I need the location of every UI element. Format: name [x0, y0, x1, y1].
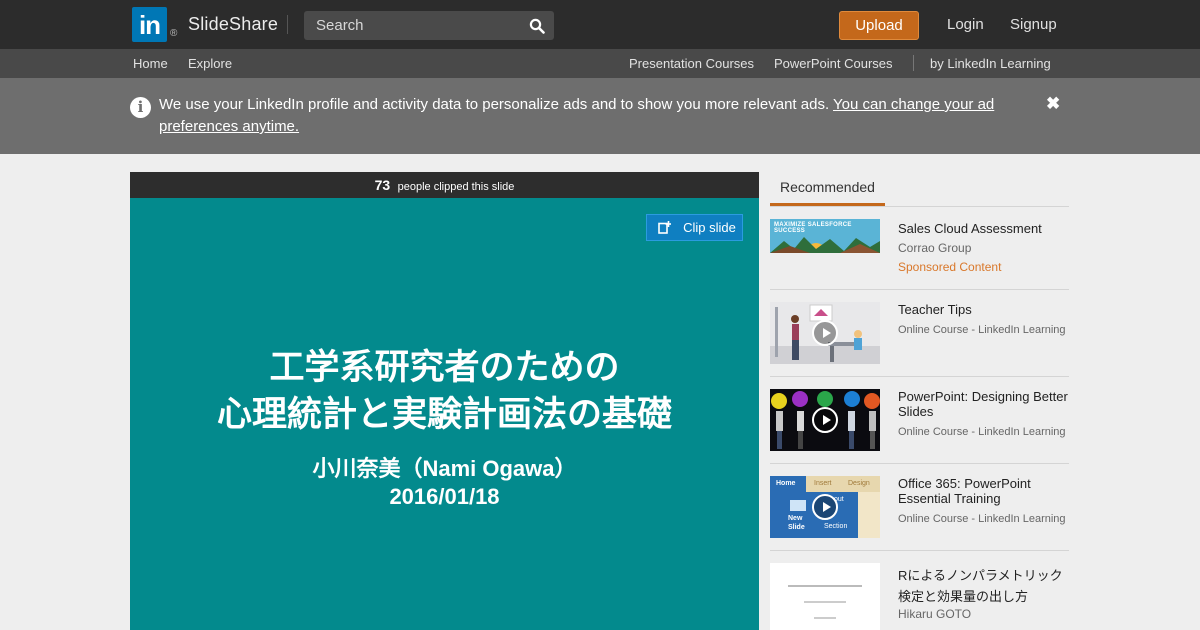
item-title[interactable]: Teacher Tips [898, 302, 1068, 317]
item-author: Hikaru GOTO [898, 607, 972, 621]
recommended-item[interactable]: PowerPoint: Designing Better Slides Onli… [770, 377, 1069, 464]
login-link[interactable]: Login [947, 16, 984, 33]
thumbnail-line [814, 617, 836, 619]
thumbnail: MAXIMIZE SALESFORCE SUCCESS [770, 219, 880, 253]
document-thumbnail [770, 563, 880, 630]
slide-title-line: 工学系研究者のための [269, 348, 620, 387]
search-icon[interactable] [529, 18, 545, 34]
nav-linkedin-learning[interactable]: by LinkedIn Learning [930, 56, 1051, 71]
slide-author: 小川奈美（Nami Ogawa） 2016/01/18 [130, 455, 759, 511]
divider [913, 55, 914, 71]
nav-powerpoint-courses[interactable]: PowerPoint Courses [774, 56, 893, 71]
thumbnail-line [788, 585, 862, 587]
recommended-item[interactable]: Home Insert Design New Slide out Section… [770, 464, 1069, 551]
clip-count-text: people clipped this slide [397, 181, 515, 193]
play-icon[interactable] [812, 494, 838, 520]
video-thumbnail [770, 389, 880, 451]
video-thumbnail [770, 302, 880, 364]
tab-recommended[interactable]: Recommended [770, 172, 885, 206]
sub-navigation: Home Explore Presentation Courses PowerP… [0, 49, 1200, 78]
item-title[interactable]: Rによるノンパラメトリック検定と効果量の出し方 [898, 565, 1068, 607]
brand-name[interactable]: SlideShare [188, 14, 278, 35]
ribbon-tab-design: Design [848, 480, 870, 487]
item-subtitle: Online Course - LinkedIn Learning [898, 324, 1066, 336]
top-bar: in ® SlideShare Upload Login Signup [0, 0, 1200, 49]
clip-slide-label: Clip slide [683, 220, 736, 235]
section-label: Section [824, 523, 848, 530]
slide-title: 工学系研究者のための 心理統計と実験計画法の基礎 [130, 344, 759, 438]
clip-icon [658, 221, 671, 234]
search-box [304, 11, 554, 40]
ribbon-tab-home: Home [770, 476, 806, 492]
nav-presentation-courses[interactable]: Presentation Courses [629, 56, 754, 71]
play-icon[interactable] [812, 320, 838, 346]
video-thumbnail: Home Insert Design New Slide out Section [770, 476, 880, 538]
upload-button[interactable]: Upload [839, 11, 919, 40]
notice-text: We use your LinkedIn profile and activit… [159, 94, 1029, 138]
recommended-item[interactable]: Teacher Tips Online Course - LinkedIn Le… [770, 290, 1069, 377]
recommended-item[interactable]: Rによるノンパラメトリック検定と効果量の出し方 Hikaru GOTO [770, 551, 1069, 630]
linkedin-logo[interactable]: in [132, 7, 167, 42]
ad-notice-banner: i We use your LinkedIn profile and activ… [0, 78, 1200, 154]
ribbon-tab-insert: Insert [814, 480, 832, 487]
clip-count-bar: 73 people clipped this slide [130, 172, 759, 198]
close-icon[interactable]: ✖ [1046, 94, 1060, 114]
nav-home[interactable]: Home [133, 56, 168, 71]
divider [287, 15, 288, 34]
new-slide-label: New Slide [788, 515, 805, 531]
nav-explore[interactable]: Explore [188, 56, 232, 71]
signup-link[interactable]: Signup [1010, 16, 1057, 33]
new-slide-icon [790, 500, 806, 511]
slide-author-name: 小川奈美（Nami Ogawa） [312, 456, 577, 481]
slide-viewer[interactable]: Clip slide 工学系研究者のための 心理統計と実験計画法の基礎 小川奈美… [130, 198, 759, 630]
landscape-image [770, 237, 880, 253]
item-subtitle: Online Course - LinkedIn Learning [898, 426, 1066, 438]
play-icon[interactable] [812, 407, 838, 433]
notice-message: We use your LinkedIn profile and activit… [159, 96, 830, 113]
thumbnail-line [804, 601, 846, 603]
item-author: Corrao Group [898, 241, 972, 255]
search-input[interactable] [304, 11, 519, 40]
slide-date: 2016/01/18 [389, 484, 500, 509]
slide-title-line: 心理統計と実験計画法の基礎 [216, 395, 672, 434]
item-title[interactable]: PowerPoint: Designing Better Slides [898, 389, 1068, 419]
registered-mark: ® [170, 28, 178, 39]
clip-slide-button[interactable]: Clip slide [646, 214, 743, 241]
item-subtitle: Online Course - LinkedIn Learning [898, 513, 1066, 525]
recommended-item[interactable]: MAXIMIZE SALESFORCE SUCCESS Sales Cloud … [770, 207, 1069, 290]
sponsored-label: Sponsored Content [898, 260, 1002, 274]
item-title[interactable]: Office 365: PowerPoint Essential Trainin… [898, 476, 1068, 506]
item-title[interactable]: Sales Cloud Assessment [898, 221, 1068, 236]
info-icon: i [130, 97, 151, 118]
clip-count: 73 [374, 177, 391, 193]
